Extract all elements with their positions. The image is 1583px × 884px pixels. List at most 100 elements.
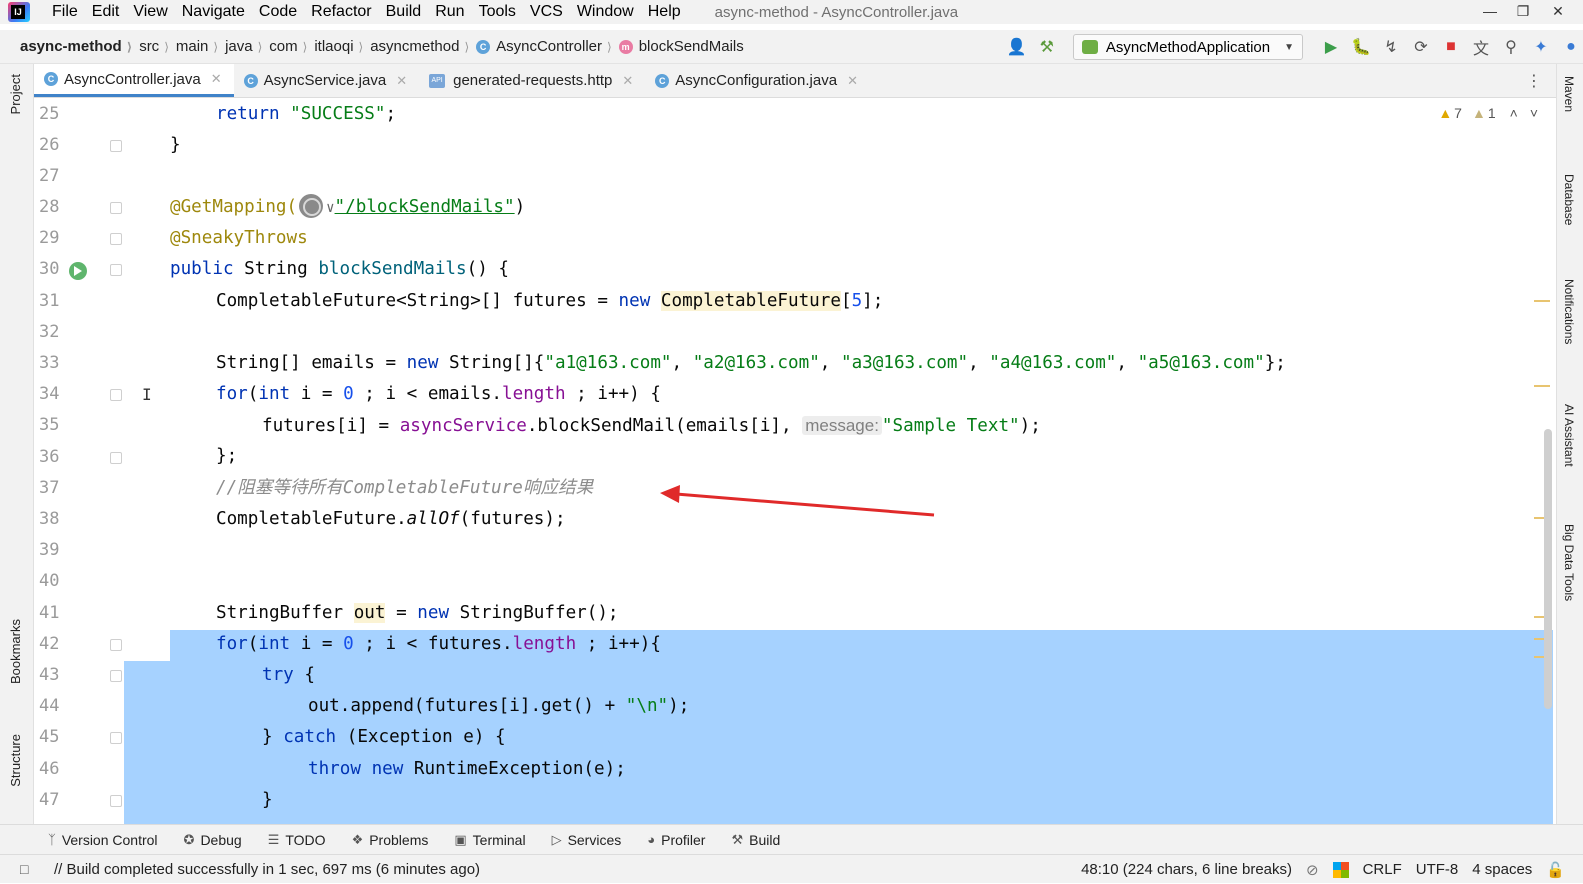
maximize-icon[interactable]: ❐ [1503, 0, 1543, 24]
menu-build[interactable]: Build [386, 3, 422, 21]
close-icon[interactable]: ✕ [622, 73, 633, 89]
indent-setting[interactable]: 4 spaces [1472, 861, 1532, 878]
tab-asynccontroller[interactable]: C AsyncController.java ✕ [34, 64, 234, 97]
menu-code[interactable]: Code [259, 3, 297, 21]
close-window-icon[interactable]: ✕ [1538, 0, 1578, 24]
more-tabs-icon[interactable]: ⋮ [1526, 71, 1542, 91]
hammer-build-icon[interactable]: ⚒ [1035, 35, 1059, 59]
status-bar: □ // Build completed successfully in 1 s… [0, 854, 1583, 883]
menu-edit[interactable]: Edit [92, 3, 120, 21]
problems-tool-button[interactable]: ❖ Problems [352, 832, 429, 848]
version-control-tool-button[interactable]: ᛉ Version Control [48, 832, 158, 848]
line-separator[interactable]: CRLF [1363, 861, 1402, 878]
tab-asyncconfiguration[interactable]: C AsyncConfiguration.java ✕ [645, 64, 870, 97]
caret-position[interactable]: 48:10 (224 chars, 6 line breaks) [1081, 861, 1292, 878]
status-message[interactable]: // Build completed successfully in 1 sec… [54, 861, 480, 878]
debug-icon[interactable]: 🐛 [1349, 35, 1373, 59]
spring-boot-icon [1081, 40, 1098, 54]
class-icon: C [44, 72, 58, 86]
maven-tool-button[interactable]: Maven [1562, 76, 1576, 112]
file-encoding[interactable]: UTF-8 [1416, 861, 1459, 878]
menu-window[interactable]: Window [577, 3, 634, 21]
breadcrumb-java[interactable]: java ⟩ [225, 38, 269, 55]
tab-generated-requests[interactable]: API generated-requests.http ✕ [419, 64, 645, 97]
editor-tabs: C AsyncController.java ✕ C AsyncService.… [34, 64, 1556, 98]
intellij-logo-icon [8, 2, 30, 22]
todo-tool-button[interactable]: ☰ TODO [268, 832, 326, 848]
menu-tools[interactable]: Tools [479, 3, 516, 21]
bug-icon: ✪ [183, 831, 195, 847]
right-tool-strip: Maven Database Notifications AI Assistan… [1556, 64, 1583, 824]
hammer-icon: ⚒ [731, 831, 744, 847]
translate-icon[interactable]: 文 [1469, 35, 1493, 59]
close-icon[interactable]: ✕ [211, 71, 222, 87]
lock-icon[interactable]: 🔓 [1546, 861, 1565, 879]
tab-asyncservice[interactable]: C AsyncService.java ✕ [234, 64, 419, 97]
tab-label: AsyncConfiguration.java [675, 72, 838, 89]
navbar-actions: 👤 ⚒ AsyncMethodApplication ▼ ▶ 🐛 ↯ ⟳ ■ 文… [999, 30, 1583, 64]
structure-tool-button[interactable]: Structure [8, 734, 23, 787]
menu-run[interactable]: Run [435, 3, 464, 21]
breadcrumb-asyncmethod[interactable]: asyncmethod ⟩ [370, 38, 476, 55]
run-configuration-label: AsyncMethodApplication [1105, 38, 1271, 56]
toggle-tool-windows-icon[interactable]: □ [20, 861, 28, 877]
profile-icon[interactable]: ⟳ [1409, 35, 1433, 59]
windows-logo-icon [1332, 861, 1349, 878]
profiler-icon: ◕ [647, 832, 656, 847]
close-icon[interactable]: ✕ [847, 73, 858, 89]
user-icon[interactable]: 👤 [1005, 35, 1029, 59]
tab-label: generated-requests.http [453, 72, 613, 89]
navigation-bar: async-method ⟩ src ⟩ main ⟩ java ⟩ com ⟩ itla… [0, 30, 1583, 64]
terminal-icon: ▣ [454, 831, 467, 847]
menu-vcs[interactable]: VCS [530, 3, 563, 21]
services-tool-button[interactable]: ▷ Services [552, 832, 622, 848]
breadcrumb-class[interactable]: C AsyncController ⟩ [476, 38, 619, 55]
jetbrains-icon[interactable]: ● [1559, 35, 1583, 59]
tab-label: AsyncService.java [263, 72, 387, 89]
list-icon: ☰ [267, 831, 280, 847]
menu-refactor[interactable]: Refactor [311, 3, 371, 21]
big-data-tools-button[interactable]: Big Data Tools [1562, 524, 1576, 601]
close-icon[interactable]: ✕ [396, 73, 407, 89]
menu-navigate[interactable]: Navigate [182, 3, 245, 21]
debug-tool-button[interactable]: ✪ Debug [184, 832, 242, 848]
http-api-icon: API [429, 73, 446, 88]
bookmarks-tool-button[interactable]: Bookmarks [8, 619, 23, 684]
breadcrumb-method[interactable]: m blockSendMails [618, 38, 744, 55]
info-icon: ❖ [351, 831, 364, 847]
menu-view[interactable]: View [133, 3, 167, 21]
run-icon[interactable]: ▶ [1319, 35, 1343, 59]
branch-icon: ᛉ [48, 832, 56, 847]
services-icon: ▷ [551, 831, 562, 847]
breadcrumb-itlaoqi[interactable]: itlaoqi ⟩ [314, 38, 370, 55]
notifications-tool-button[interactable]: Notifications [1562, 279, 1576, 344]
stop-icon[interactable]: ■ [1439, 35, 1463, 59]
no-inspection-icon[interactable]: ⊘ [1306, 861, 1319, 879]
annotation-arrow [660, 485, 935, 517]
tab-label: AsyncController.java [64, 70, 201, 88]
left-tool-strip: Project Bookmarks Structure [0, 64, 34, 824]
method-icon: m [618, 39, 633, 54]
breadcrumb-com[interactable]: com ⟩ [269, 38, 314, 55]
terminal-tool-button[interactable]: ▣ Terminal [454, 832, 525, 848]
status-widgets: 48:10 (224 chars, 6 line breaks) ⊘ CRLF … [1067, 855, 1565, 884]
tool-window-bar: ᛉ Version Control ✪ Debug ☰ TODO ❖ Problems … [0, 824, 1583, 854]
menu-file[interactable]: File [52, 3, 78, 21]
database-tool-button[interactable]: Database [1562, 174, 1576, 225]
code-editor[interactable]: 25 26 27 28 29 30 31 32 33 34 35 36 37 3… [34, 99, 1556, 824]
menu-help[interactable]: Help [648, 3, 681, 21]
ai-assistant-tool-button[interactable]: AI Assistant [1562, 404, 1576, 467]
breadcrumb-project[interactable]: async-method ⟩ [20, 38, 139, 55]
project-tool-button[interactable]: Project [8, 74, 23, 114]
class-icon: C [243, 73, 258, 88]
run-configuration-select[interactable]: AsyncMethodApplication ▼ [1072, 34, 1303, 60]
class-icon: C [476, 39, 491, 54]
menu-bar: File Edit View Navigate Code Refactor Bu… [0, 0, 1583, 24]
search-icon[interactable]: ⚲ [1499, 35, 1523, 59]
build-tool-button[interactable]: ⚒ Build [731, 832, 780, 848]
breadcrumb-main[interactable]: main ⟩ [176, 38, 225, 55]
ai-assistant-icon[interactable]: ✦ [1529, 35, 1553, 59]
breadcrumb-src[interactable]: src ⟩ [139, 38, 176, 55]
coverage-icon[interactable]: ↯ [1379, 35, 1403, 59]
profiler-tool-button[interactable]: ◕ Profiler [647, 832, 705, 848]
